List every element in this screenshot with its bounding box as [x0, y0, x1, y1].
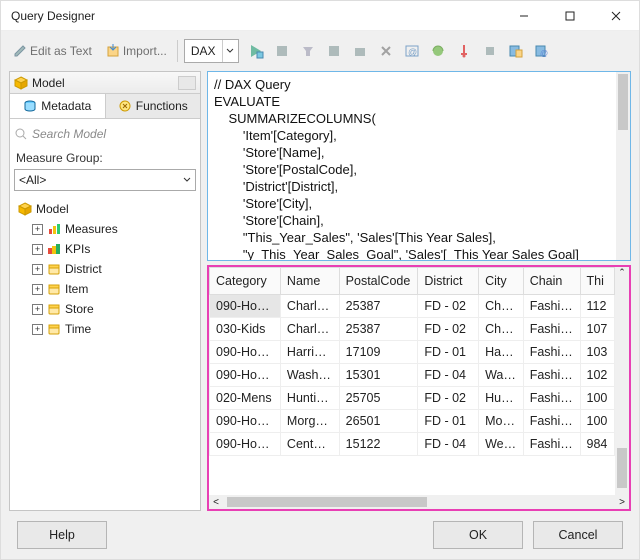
- col-thi[interactable]: Thi: [580, 268, 614, 295]
- toolbar-btn-4[interactable]: [323, 40, 345, 62]
- window-title: Query Designer: [1, 9, 95, 23]
- expand-icon[interactable]: +: [32, 284, 43, 295]
- tree-node-store[interactable]: + Store: [14, 299, 196, 319]
- import-button[interactable]: Import...: [102, 37, 171, 65]
- tree-node-time[interactable]: + Time: [14, 319, 196, 339]
- expand-icon[interactable]: +: [32, 324, 43, 335]
- help-button[interactable]: Help: [17, 521, 107, 549]
- chevron-down-icon: [222, 40, 238, 62]
- svg-text:@: @: [540, 49, 548, 58]
- toolbar-btn-10[interactable]: [479, 40, 501, 62]
- col-postalcode[interactable]: PostalCode: [339, 268, 418, 295]
- cube-icon: [18, 202, 32, 216]
- toolbar-btn-3[interactable]: [297, 40, 319, 62]
- footer: Help OK Cancel: [1, 511, 639, 559]
- metadata-icon: [23, 99, 37, 113]
- query-designer-window: Query Designer Edit as Text Import... DA…: [0, 0, 640, 560]
- results-table[interactable]: CategoryNamePostalCodeDistrictCityChainT…: [209, 267, 615, 456]
- toolbar-btn-5[interactable]: [349, 40, 371, 62]
- grid-scrollbar-vertical[interactable]: ⌃: [615, 267, 629, 495]
- tree-node-measures[interactable]: + Measures: [14, 219, 196, 239]
- table-row[interactable]: 090-Ho…Harri…17109FD - 01Ha…Fashi…103: [210, 341, 615, 364]
- toolbar-btn-7[interactable]: @: [401, 40, 423, 62]
- query-editor[interactable]: // DAX Query EVALUATE SUMMARIZECOLUMNS( …: [207, 71, 631, 261]
- col-category[interactable]: Category: [210, 268, 281, 295]
- model-header: Model: [10, 72, 200, 94]
- toolbar-btn-8[interactable]: [427, 40, 449, 62]
- model-panel: Model Metadata Functions Search Model Me…: [9, 71, 201, 511]
- col-name[interactable]: Name: [280, 268, 339, 295]
- import-icon: [106, 44, 120, 58]
- measure-group-label: Measure Group:: [10, 149, 200, 167]
- results-grid: CategoryNamePostalCodeDistrictCityChainT…: [207, 265, 631, 511]
- tab-functions[interactable]: Functions: [106, 94, 201, 118]
- toolbar-btn-11[interactable]: [505, 40, 527, 62]
- ok-button[interactable]: OK: [433, 521, 523, 549]
- expand-icon[interactable]: +: [32, 224, 43, 235]
- cube-icon: [14, 76, 28, 90]
- tree-node-label: District: [65, 262, 102, 276]
- tree-node-model[interactable]: Model: [14, 199, 196, 219]
- run-query-button[interactable]: [245, 40, 267, 62]
- col-city[interactable]: City: [479, 268, 524, 295]
- dim-icon: [47, 262, 61, 276]
- search-input[interactable]: Search Model: [14, 123, 196, 145]
- tree-node-district[interactable]: + District: [14, 259, 196, 279]
- functions-icon: [118, 99, 132, 113]
- dim-icon: [47, 282, 61, 296]
- dim-icon: [47, 302, 61, 316]
- table-row[interactable]: 030-KidsCharl…25387FD - 02Ch…Fashi…107: [210, 318, 615, 341]
- language-dropdown[interactable]: DAX: [184, 39, 239, 63]
- col-district[interactable]: District: [418, 268, 479, 295]
- tree-node-label: Model: [36, 202, 69, 216]
- expand-icon[interactable]: +: [32, 304, 43, 315]
- toolbar-btn-12[interactable]: @: [531, 40, 553, 62]
- bars-icon: [47, 222, 61, 236]
- titlebar: Query Designer: [1, 1, 639, 31]
- tab-metadata[interactable]: Metadata: [10, 94, 106, 118]
- pencil-icon: [13, 44, 27, 58]
- kpis-icon: [47, 242, 61, 256]
- tree-node-item[interactable]: + Item: [14, 279, 196, 299]
- table-row[interactable]: 090-Ho…Morg…26501FD - 01Mo…Fashi…100: [210, 410, 615, 433]
- chevron-down-icon: [183, 176, 191, 184]
- tree-node-label: Measures: [65, 222, 118, 236]
- table-row[interactable]: 020-MensHunti…25705FD - 02Hu…Fashi…100: [210, 387, 615, 410]
- tree-node-label: Store: [65, 302, 94, 316]
- minimize-button[interactable]: [501, 1, 547, 31]
- measure-group-dropdown[interactable]: <All>: [14, 169, 196, 191]
- expand-icon[interactable]: +: [32, 264, 43, 275]
- panel-grip[interactable]: [178, 76, 196, 90]
- maximize-button[interactable]: [547, 1, 593, 31]
- table-row[interactable]: 090-Ho…Cent…15122FD - 04We…Fashi…984: [210, 433, 615, 456]
- toolbar-btn-2[interactable]: [271, 40, 293, 62]
- toolbar: Edit as Text Import... DAX @ @: [1, 31, 639, 71]
- cancel-button[interactable]: Cancel: [533, 521, 623, 549]
- scrollbar-vertical[interactable]: [616, 72, 630, 260]
- edit-as-text-button[interactable]: Edit as Text: [9, 37, 96, 65]
- query-text[interactable]: // DAX Query EVALUATE SUMMARIZECOLUMNS( …: [208, 72, 616, 260]
- toolbar-btn-6[interactable]: [375, 40, 397, 62]
- tree-node-label: KPIs: [65, 242, 90, 256]
- tree-node-label: Time: [65, 322, 91, 336]
- dim-icon: [47, 322, 61, 336]
- table-row[interactable]: 090-Ho…Wash…15301FD - 04Wa…Fashi…102: [210, 364, 615, 387]
- tree-node-kpis[interactable]: + KPIs: [14, 239, 196, 259]
- tree-node-label: Item: [65, 282, 88, 296]
- grid-scrollbar-horizontal[interactable]: < >: [209, 495, 629, 509]
- expand-icon[interactable]: +: [32, 244, 43, 255]
- search-icon: [14, 127, 28, 141]
- metadata-tabs: Metadata Functions: [10, 94, 200, 119]
- col-chain[interactable]: Chain: [523, 268, 580, 295]
- table-row[interactable]: 090-Ho…Charl…25387FD - 02Ch…Fashi…112: [210, 295, 615, 318]
- svg-text:@: @: [408, 47, 417, 57]
- close-button[interactable]: [593, 1, 639, 31]
- toolbar-btn-9[interactable]: [453, 40, 475, 62]
- model-tree: Model+Measures+KPIs+District+Item+Store+…: [10, 197, 200, 510]
